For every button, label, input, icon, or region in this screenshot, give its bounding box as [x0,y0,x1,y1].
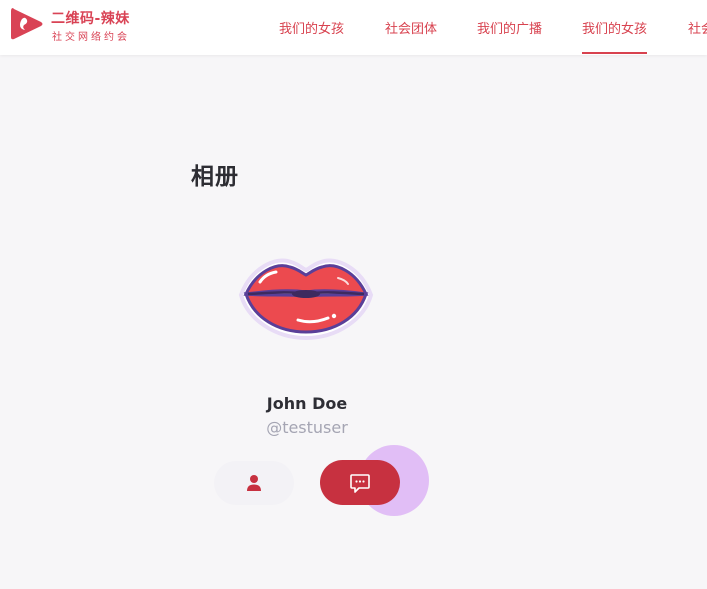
profile-button[interactable] [214,461,294,505]
nav-item-social-groups-2[interactable]: 社会团体 [688,18,707,37]
nav-item-our-broadcast[interactable]: 我们的广播 [477,18,542,37]
profile-name: John Doe [266,394,348,413]
profile-handle: @testuser [266,418,348,437]
top-header: 二维码-辣妹 社交网络约会 我们的女孩 社会团体 我们的广播 我们的女孩 社会团… [0,0,707,55]
message-button[interactable] [320,460,400,505]
message-icon [350,473,370,493]
user-icon [247,475,261,491]
nav-item-social-groups[interactable]: 社会团体 [385,18,437,37]
brand-logo[interactable]: 二维码-辣妹 社交网络约会 [10,6,145,46]
play-logo-icon [11,8,43,40]
page-title: 相册 [191,164,239,190]
main-nav: 我们的女孩 社会团体 我们的广播 我们的女孩 社会团体 [279,0,707,55]
nav-item-our-girls-active[interactable]: 我们的女孩 [582,18,648,54]
brand-title: 二维码-辣妹 [51,11,130,27]
nav-item-our-girls[interactable]: 我们的女孩 [279,18,344,37]
lips-icon [238,258,374,340]
brand-subtitle: 社交网络约会 [52,32,130,43]
